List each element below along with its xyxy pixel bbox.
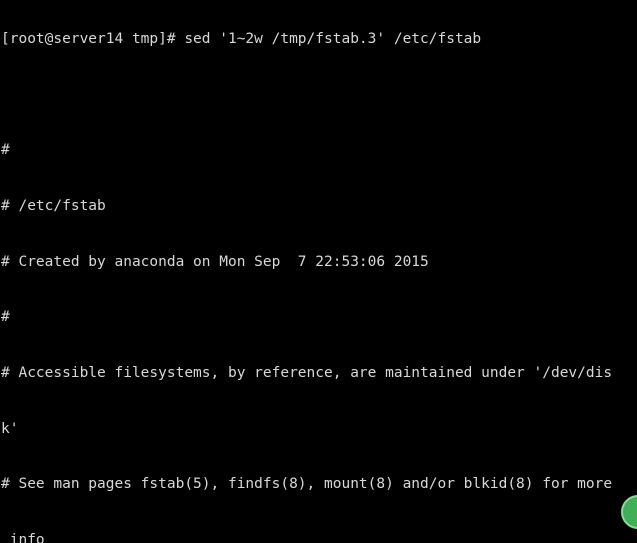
terminal-line: k' bbox=[1, 420, 19, 437]
terminal-line: # See man pages fstab(5), findfs(8), mou… bbox=[1, 476, 613, 493]
terminal-line: [root@server14 tmp]# sed '1~2w /tmp/fsta… bbox=[1, 31, 482, 48]
terminal-line: # bbox=[1, 142, 10, 159]
terminal-line: # bbox=[1, 309, 10, 326]
terminal-line: # Accessible filesystems, by reference, … bbox=[1, 364, 613, 381]
terminal-screen: [root@server14 tmp]# sed '1~2w /tmp/fsta… bbox=[0, 0, 637, 543]
terminal-line: info bbox=[1, 531, 45, 543]
terminal-line: # Created by anaconda on Mon Sep 7 22:53… bbox=[1, 253, 429, 270]
terminal-window[interactable]: [root@server14 tmp]# sed '1~2w /tmp/fsta… bbox=[0, 0, 637, 543]
terminal-line: # /etc/fstab bbox=[1, 198, 106, 215]
